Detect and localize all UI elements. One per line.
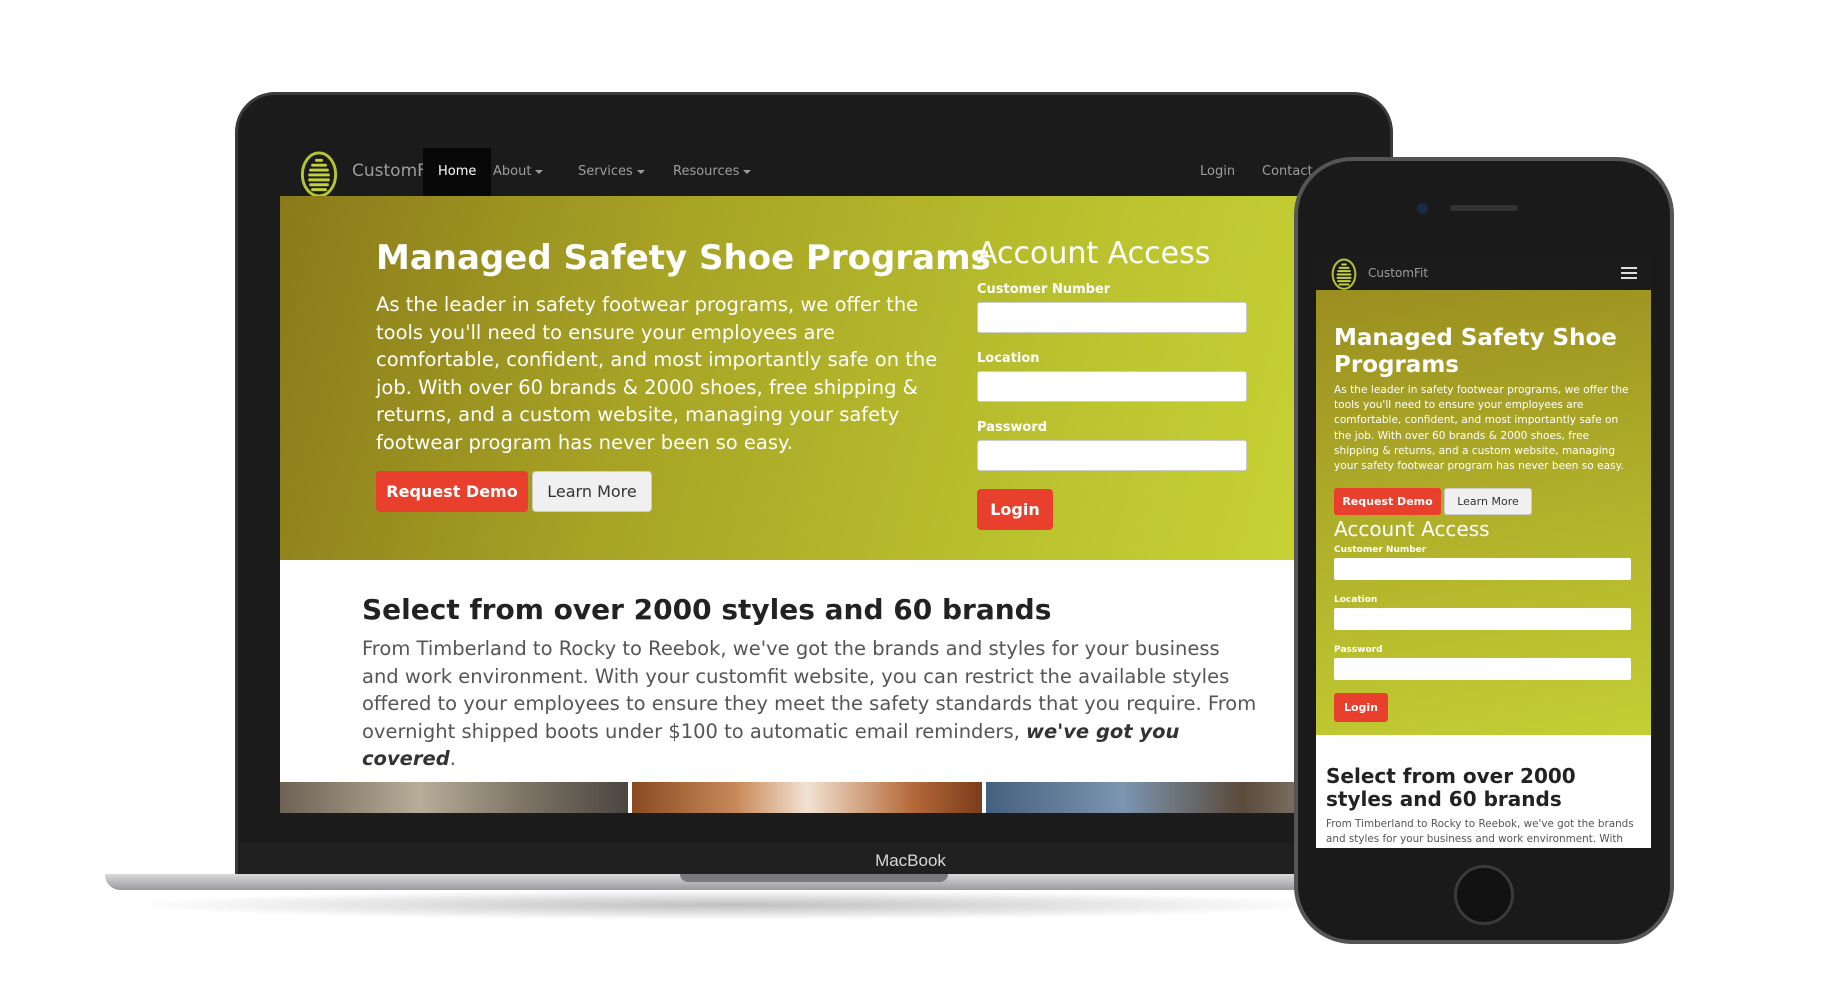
mobile-login-button[interactable]: Login <box>1334 693 1388 722</box>
mobile-customer-number-input[interactable] <box>1334 558 1631 580</box>
mobile-password-input[interactable] <box>1334 658 1631 680</box>
caret-down-icon <box>743 169 752 174</box>
customer-number-input[interactable] <box>977 302 1247 333</box>
password-label: Password <box>977 420 1048 435</box>
hero-description: As the leader in safety footwear program… <box>376 293 938 454</box>
laptop-screen: CustomFit Home About Services Resources … <box>280 148 1328 813</box>
hero-title: Managed Safety Shoe Programs <box>376 238 991 278</box>
mobile-customer-number-label: Customer Number <box>1334 545 1427 555</box>
section-description-end: . <box>449 747 456 770</box>
phone-camera <box>1417 203 1428 214</box>
location-input[interactable] <box>977 371 1247 402</box>
nav-item-services[interactable]: Services <box>578 148 645 196</box>
mobile-section-title: Select from over 2000 styles and 60 bran… <box>1326 764 1576 811</box>
account-access-title: Account Access <box>977 236 1211 271</box>
request-demo-button[interactable]: Request Demo <box>376 471 528 512</box>
mobile-location-label: Location <box>1334 595 1378 605</box>
customer-number-label: Customer Number <box>977 282 1111 297</box>
hero-section: Managed Safety Shoe Programs As the lead… <box>280 196 1328 560</box>
login-button[interactable]: Login <box>977 489 1053 530</box>
mobile-password-label: Password <box>1334 645 1383 655</box>
password-input[interactable] <box>977 440 1247 471</box>
nav-item-services-label: Services <box>578 164 633 179</box>
mobile-hero-title: Managed Safety Shoe Programs <box>1334 325 1617 378</box>
mobile-navbar: CustomFit <box>1316 255 1651 290</box>
mobile-location-input[interactable] <box>1334 608 1631 630</box>
nav-item-resources-label: Resources <box>673 164 740 179</box>
mobile-learn-more-button[interactable]: Learn More <box>1444 488 1532 515</box>
boots-photo-1 <box>280 782 628 813</box>
laptop-hinge-notch <box>680 874 948 882</box>
nav-item-about[interactable]: About <box>493 148 544 196</box>
caret-down-icon <box>636 169 645 174</box>
mobile-section-description: From Timberland to Rocky to Reebok, we'v… <box>1326 818 1634 845</box>
learn-more-button[interactable]: Learn More <box>532 471 652 512</box>
location-label: Location <box>977 351 1040 366</box>
boots-photo-3 <box>986 782 1328 813</box>
boots-photo-2 <box>632 782 982 813</box>
mobile-account-access-title: Account Access <box>1334 517 1490 541</box>
nav-item-about-label: About <box>493 164 532 179</box>
nav-item-home[interactable]: Home <box>423 148 492 196</box>
section-description: From Timberland to Rocky to Reebok, we'v… <box>362 635 1262 773</box>
nav-item-resources[interactable]: Resources <box>673 148 752 196</box>
shoe-sole-logo-icon[interactable] <box>298 151 340 196</box>
phone-speaker <box>1450 205 1518 211</box>
phone-screen: CustomFit Managed Safety Shoe Programs A… <box>1316 255 1651 848</box>
navbar: CustomFit Home About Services Resources … <box>280 148 1328 196</box>
mobile-hero-description: As the leader in safety footwear program… <box>1334 384 1629 473</box>
caret-down-icon <box>535 169 544 174</box>
section-title: Select from over 2000 styles and 60 bran… <box>362 593 1052 626</box>
laptop-shadow <box>120 890 1340 920</box>
nav-item-login[interactable]: Login <box>1200 148 1235 196</box>
shoe-sole-logo-icon[interactable] <box>1330 257 1358 290</box>
mobile-brand-name[interactable]: CustomFit <box>1368 266 1428 280</box>
phone-home-button[interactable] <box>1454 865 1514 925</box>
hamburger-menu-icon[interactable] <box>1621 267 1637 279</box>
mobile-request-demo-button[interactable]: Request Demo <box>1334 488 1441 515</box>
